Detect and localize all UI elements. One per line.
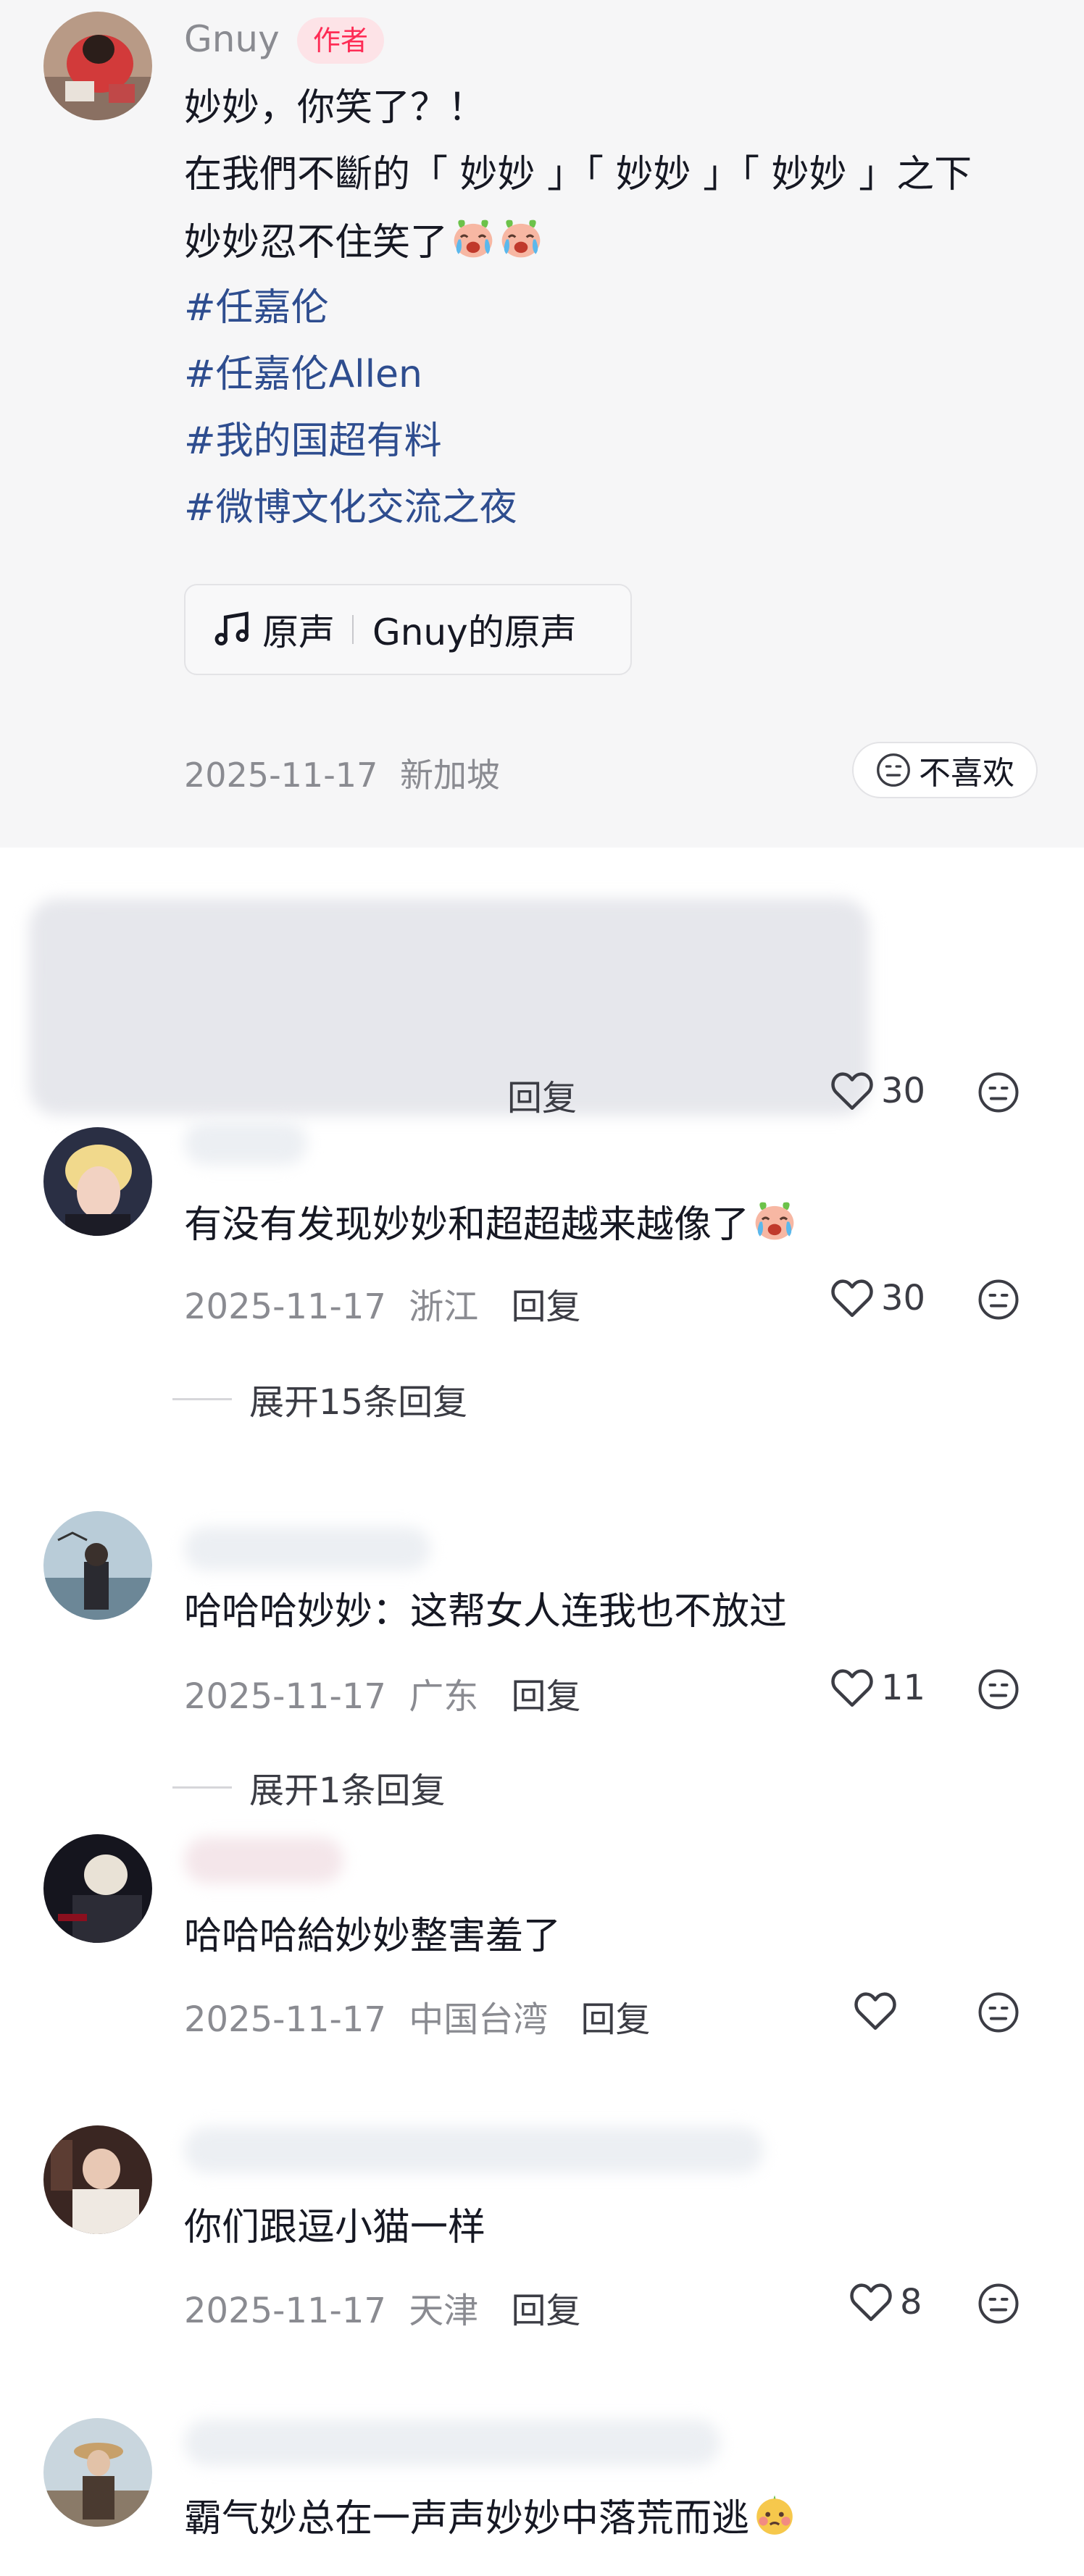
comment-meta: 2025-11-17 天津 回复 — [184, 2282, 581, 2333]
reply-button[interactable]: 回复 — [512, 1287, 581, 1327]
like-count: 8 — [900, 2282, 922, 2322]
comment-text-row: 有没有发现妙妙和超超越来越像了 — [184, 1198, 797, 1250]
expand-replies-button[interactable]: 展开1条回复 — [172, 1762, 446, 1812]
dislike-face-icon[interactable] — [977, 1071, 1020, 1114]
post-text-line-2: 在我們不斷的「 妙妙 」「 妙妙 」「 妙妙 」之下 — [184, 153, 972, 196]
post-text-line-1: 妙妙，你笑了？！ — [184, 86, 486, 130]
heart-icon — [830, 1668, 874, 1708]
comment-text: 哈哈哈妙妙：这帮女人连我也不放过 — [184, 1590, 788, 1634]
heart-icon — [830, 1071, 874, 1111]
heart-icon — [849, 2282, 893, 2322]
post-text-line-3: 妙妙忍不住笑了 — [184, 216, 543, 268]
comment-date: 2025-11-17 — [184, 1287, 386, 1327]
like-button[interactable]: 11 — [830, 1668, 925, 1708]
expand-replies-label: 展开15条回复 — [249, 1382, 468, 1423]
comment-meta: 回复 — [507, 1069, 577, 1120]
hashtag-link[interactable]: #微博文化交流之夜 — [184, 482, 517, 533]
like-count: 30 — [881, 1071, 926, 1111]
sound-label: 原声 — [262, 611, 335, 653]
expand-replies-label: 展开1条回复 — [249, 1770, 446, 1811]
like-button[interactable]: 8 — [849, 2282, 922, 2322]
comment-meta: 2025-11-17 广东 回复 — [184, 1668, 581, 1718]
like-button[interactable] — [854, 1991, 897, 2031]
author-name[interactable]: Gnuy — [184, 16, 280, 62]
dislike-face-icon[interactable] — [977, 1991, 1020, 2034]
blurred-username — [184, 1837, 343, 1883]
author-badge: 作者 — [297, 17, 385, 64]
post-date: 2025-11-17 — [184, 756, 378, 795]
dislike-face-icon[interactable] — [977, 1668, 1020, 1711]
reply-button[interactable]: 回复 — [512, 2291, 581, 2331]
author-avatar[interactable] — [43, 12, 152, 120]
sound-source: Gnuy的原声 — [372, 611, 577, 653]
comment-date: 2025-11-17 — [184, 1999, 386, 2040]
hashtag-link[interactable]: #我的国超有料 — [184, 416, 442, 467]
comment-meta: 2025-11-17 浙江 回复 — [184, 1278, 581, 1329]
blurred-comment-content — [29, 898, 870, 1116]
like-button[interactable]: 30 — [830, 1278, 925, 1318]
avatar[interactable] — [43, 2125, 152, 2234]
avatar[interactable] — [43, 1834, 152, 1943]
divider — [352, 615, 354, 644]
reply-button[interactable]: 回复 — [512, 1676, 581, 1717]
music-note-icon — [214, 611, 249, 645]
reply-button[interactable]: 回复 — [581, 1999, 651, 2040]
heart-icon — [854, 1991, 897, 2031]
avatar[interactable] — [43, 1127, 152, 1236]
like-count: 30 — [881, 1278, 926, 1318]
comment-meta: 2025-11-17 中国台湾 回复 — [184, 1991, 651, 2041]
dislike-button[interactable]: 不喜欢 — [852, 742, 1038, 798]
dislike-face-icon — [875, 752, 912, 788]
comment-text-row: 霸气妙总在一声声妙妙中落荒而逃 — [184, 2492, 797, 2544]
blurred-username — [184, 2127, 764, 2173]
post-location: 新加坡 — [399, 756, 500, 795]
blurred-username — [184, 2420, 720, 2466]
shy-emoji — [752, 2492, 797, 2537]
comment-location: 天津 — [409, 2291, 479, 2331]
dislike-face-icon[interactable] — [977, 1278, 1020, 1321]
comment-location: 浙江 — [409, 1287, 479, 1327]
post-card: Gnuy 作者 妙妙，你笑了？！ 在我們不斷的「 妙妙 」「 妙妙 」「 妙妙 … — [0, 0, 1084, 848]
avatar[interactable] — [43, 2418, 152, 2527]
comment-text: 你们跟逗小猫一样 — [184, 2206, 486, 2249]
avatar[interactable] — [43, 1511, 152, 1620]
expand-replies-button[interactable]: 展开15条回复 — [172, 1373, 467, 1424]
blurred-username — [184, 1527, 430, 1571]
divider — [172, 1397, 232, 1400]
blurred-username — [184, 1121, 307, 1165]
reply-button[interactable]: 回复 — [507, 1078, 577, 1118]
dislike-face-icon[interactable] — [977, 2282, 1020, 2325]
comment-text: 有没有发现妙妙和超超越来越像了 — [184, 1203, 750, 1247]
comment-date: 2025-11-17 — [184, 1676, 386, 1717]
comment-location: 中国台湾 — [409, 1999, 549, 2040]
crying-laugh-emoji — [752, 1198, 797, 1243]
hashtag-link[interactable]: #任嘉伦 — [184, 283, 329, 333]
heart-icon — [830, 1278, 874, 1318]
comment-text: 霸气妙总在一声声妙妙中落荒而逃 — [184, 2497, 750, 2541]
comment-text: 哈哈哈給妙妙整害羞了 — [184, 1915, 562, 1958]
divider — [172, 1786, 232, 1789]
post-text-line-3-text: 妙妙忍不住笑了 — [184, 221, 449, 264]
hashtag-link[interactable]: #任嘉伦Allen — [184, 349, 422, 400]
like-count: 11 — [881, 1668, 926, 1708]
comment-location: 广东 — [409, 1676, 479, 1717]
dislike-label: 不喜欢 — [919, 755, 1014, 792]
post-meta: 2025-11-17 新加坡 — [184, 749, 500, 797]
comment-date: 2025-11-17 — [184, 2291, 386, 2331]
crying-laugh-emoji — [499, 216, 543, 261]
original-sound-chip[interactable]: 原声 Gnuy的原声 — [184, 584, 632, 675]
like-button[interactable]: 30 — [830, 1071, 925, 1111]
crying-laugh-emoji — [451, 216, 496, 261]
